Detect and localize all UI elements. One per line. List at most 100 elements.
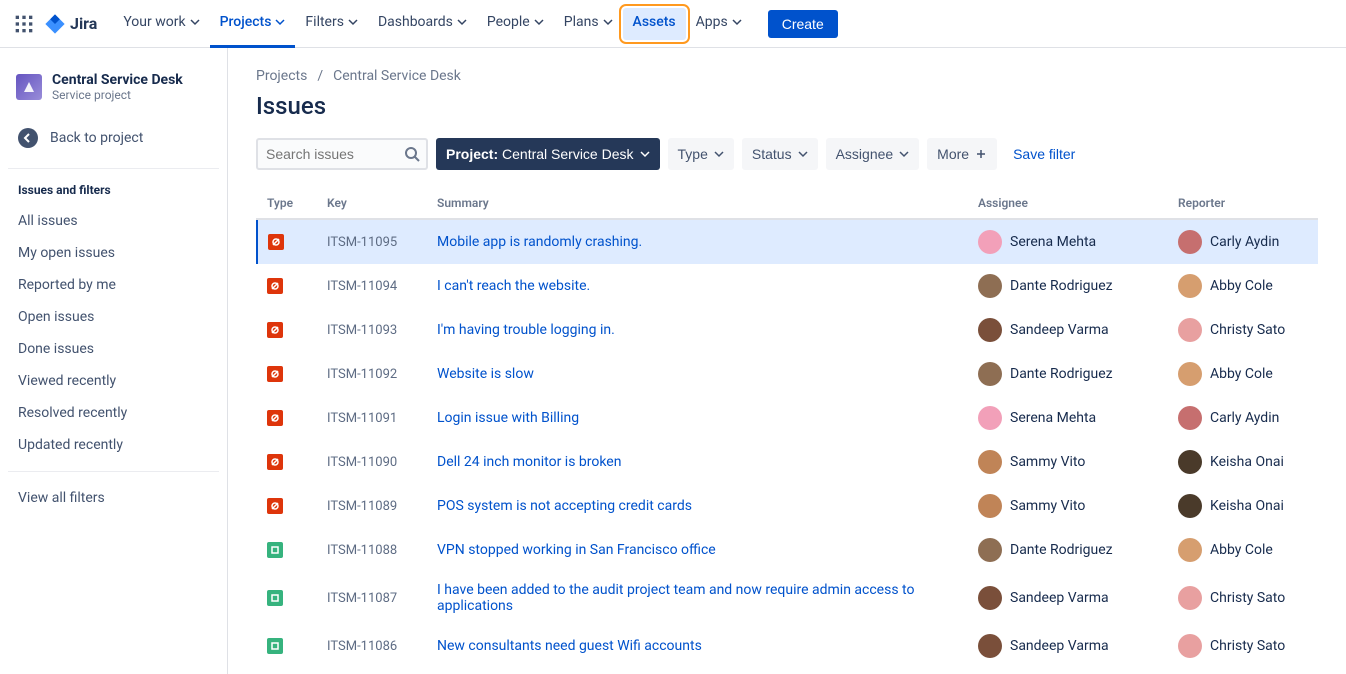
issue-key-link[interactable]: ITSM-11086 [327, 639, 397, 654]
table-row[interactable]: ITSM-11094 I can't reach the website. Dant… [257, 264, 1318, 308]
nav-filters[interactable]: Filters [295, 0, 368, 48]
reporter-cell[interactable]: Carly Aydin [1178, 230, 1308, 254]
sidebar-item-resolved-recently[interactable]: Resolved recently [8, 397, 219, 429]
issue-key-link[interactable]: ITSM-11087 [327, 591, 397, 606]
assignee-cell[interactable]: Sammy Vito [978, 450, 1158, 474]
filter-type-chip[interactable]: Type [668, 138, 734, 170]
assignee-cell[interactable]: Sammy Vito [978, 494, 1158, 518]
assignee-cell[interactable]: Sandeep Varma [978, 586, 1158, 610]
col-header-assignee[interactable]: Assignee [968, 188, 1168, 219]
assignee-cell[interactable]: Sandeep Varma [978, 318, 1158, 342]
issue-summary-link[interactable]: Mobile app is randomly crashing. [437, 234, 642, 250]
avatar [978, 230, 1002, 254]
issue-key-link[interactable]: ITSM-11092 [327, 367, 397, 382]
chevron-down-icon [275, 17, 285, 27]
issue-summary-link[interactable]: I'm having trouble logging in. [437, 322, 615, 338]
search-box [256, 138, 428, 170]
sidebar-item-reported-by-me[interactable]: Reported by me [8, 269, 219, 301]
app-switcher-icon[interactable] [12, 12, 36, 36]
avatar [1178, 450, 1202, 474]
col-header-type[interactable]: Type [257, 188, 317, 219]
issues-table: Type Key Summary Assignee Reporter ITSM-… [256, 188, 1318, 668]
table-row[interactable]: ITSM-11088 VPN stopped working in San Fra… [257, 528, 1318, 572]
reporter-cell[interactable]: Abby Cole [1178, 538, 1308, 562]
assignee-cell[interactable]: Dante Rodriguez [978, 274, 1158, 298]
search-input[interactable] [256, 138, 428, 170]
filter-project-chip[interactable]: Project: Central Service Desk [436, 138, 660, 170]
nav-assets[interactable]: Assets [623, 8, 686, 40]
filter-assignee-chip[interactable]: Assignee [826, 138, 920, 170]
sidebar-item-updated-recently[interactable]: Updated recently [8, 429, 219, 461]
chevron-down-icon [190, 17, 200, 27]
table-row[interactable]: ITSM-11091 Login issue with Billing Serena… [257, 396, 1318, 440]
back-to-project-link[interactable]: Back to project [8, 118, 219, 158]
issue-key-link[interactable]: ITSM-11091 [327, 411, 397, 426]
chevron-down-icon [798, 149, 808, 159]
issue-summary-link[interactable]: New consultants need guest Wifi accounts [437, 638, 702, 654]
nav-apps[interactable]: Apps [686, 0, 752, 48]
issue-key-link[interactable]: ITSM-11088 [327, 543, 397, 558]
avatar [978, 406, 1002, 430]
table-row[interactable]: ITSM-11095 Mobile app is randomly crashin… [257, 219, 1318, 264]
nav-projects[interactable]: Projects [210, 0, 296, 48]
col-header-summary[interactable]: Summary [427, 188, 968, 219]
search-icon [404, 146, 420, 162]
issue-summary-link[interactable]: Login issue with Billing [437, 410, 579, 426]
issue-summary-link[interactable]: VPN stopped working in San Francisco off… [437, 542, 716, 558]
table-row[interactable]: ITSM-11086 New consultants need guest Wif… [257, 624, 1318, 668]
nav-people[interactable]: People [477, 0, 554, 48]
issue-summary-link[interactable]: I can't reach the website. [437, 278, 590, 294]
jira-logo[interactable]: Jira [44, 13, 97, 35]
issue-key-link[interactable]: ITSM-11089 [327, 499, 397, 514]
assignee-cell[interactable]: Sandeep Varma [978, 634, 1158, 658]
reporter-cell[interactable]: Carly Aydin [1178, 406, 1308, 430]
avatar [1178, 362, 1202, 386]
page-title: Issues [256, 92, 1318, 120]
issue-summary-link[interactable]: Website is slow [437, 366, 534, 382]
sidebar-item-done-issues[interactable]: Done issues [8, 333, 219, 365]
issue-key-link[interactable]: ITSM-11095 [327, 235, 397, 250]
filter-more-chip[interactable]: More [927, 138, 997, 170]
save-filter-link[interactable]: Save filter [1005, 146, 1083, 162]
issue-summary-link[interactable]: I have been added to the audit project t… [437, 582, 914, 614]
view-all-filters-link[interactable]: View all filters [8, 482, 219, 514]
project-header[interactable]: Central Service Desk Service project [8, 64, 219, 110]
reporter-cell[interactable]: Abby Cole [1178, 362, 1308, 386]
sidebar-item-my-open-issues[interactable]: My open issues [8, 237, 219, 269]
nav-dashboards[interactable]: Dashboards [368, 0, 477, 48]
issue-summary-link[interactable]: POS system is not accepting credit cards [437, 498, 692, 514]
issue-summary-link[interactable]: Dell 24 inch monitor is broken [437, 454, 621, 470]
assignee-cell[interactable]: Serena Mehta [978, 230, 1158, 254]
sidebar-item-open-issues[interactable]: Open issues [8, 301, 219, 333]
issue-key-link[interactable]: ITSM-11090 [327, 455, 397, 470]
table-row[interactable]: ITSM-11092 Website is slow Dante Rodriguez… [257, 352, 1318, 396]
sidebar-item-all-issues[interactable]: All issues [8, 205, 219, 237]
sidebar-item-viewed-recently[interactable]: Viewed recently [8, 365, 219, 397]
table-row[interactable]: ITSM-11087 I have been added to the audit… [257, 572, 1318, 624]
reporter-cell[interactable]: Christy Sato [1178, 634, 1308, 658]
table-row[interactable]: ITSM-11093 I'm having trouble logging in.… [257, 308, 1318, 352]
breadcrumb-projects[interactable]: Projects [256, 68, 307, 84]
reporter-cell[interactable]: Keisha Onai [1178, 450, 1308, 474]
reporter-cell[interactable]: Christy Sato [1178, 586, 1308, 610]
create-button[interactable]: Create [768, 10, 838, 38]
filter-status-chip[interactable]: Status [742, 138, 818, 170]
issue-type-incident-icon [267, 410, 283, 426]
reporter-cell[interactable]: Christy Sato [1178, 318, 1308, 342]
issue-key-link[interactable]: ITSM-11094 [327, 279, 397, 294]
nav-your-work[interactable]: Your work [113, 0, 209, 48]
col-header-key[interactable]: Key [317, 188, 427, 219]
nav-plans[interactable]: Plans [554, 0, 623, 48]
assignee-cell[interactable]: Dante Rodriguez [978, 362, 1158, 386]
breadcrumb-project-name[interactable]: Central Service Desk [333, 68, 461, 84]
reporter-cell[interactable]: Keisha Onai [1178, 494, 1308, 518]
table-row[interactable]: ITSM-11089 POS system is not accepting cr… [257, 484, 1318, 528]
avatar [978, 362, 1002, 386]
col-header-reporter[interactable]: Reporter [1168, 188, 1318, 219]
assignee-cell[interactable]: Serena Mehta [978, 406, 1158, 430]
issue-type-request-icon [267, 542, 283, 558]
reporter-cell[interactable]: Abby Cole [1178, 274, 1308, 298]
issue-key-link[interactable]: ITSM-11093 [327, 323, 397, 338]
table-row[interactable]: ITSM-11090 Dell 24 inch monitor is broken… [257, 440, 1318, 484]
assignee-cell[interactable]: Dante Rodriguez [978, 538, 1158, 562]
